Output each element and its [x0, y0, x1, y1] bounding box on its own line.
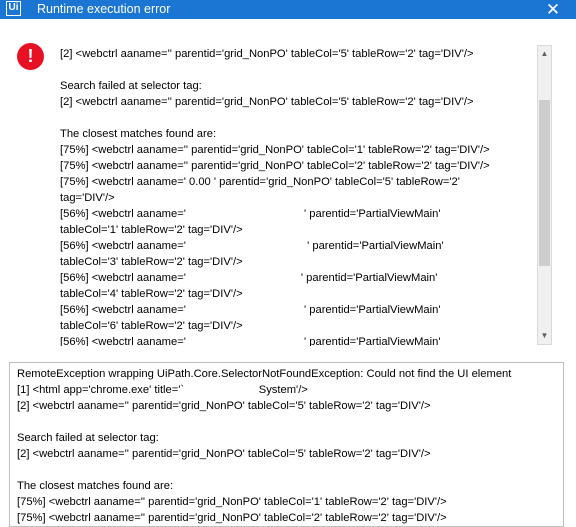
message-line: [75%] <webctrl aaname='' parentid='grid_…	[60, 144, 490, 156]
scroll-up-arrow-icon[interactable]: ▲	[538, 47, 551, 61]
message-line: [2] <webctrl aaname='' parentid='grid_No…	[60, 48, 474, 60]
message-line: The closest matches found are:	[60, 128, 217, 140]
message-line	[60, 62, 535, 78]
detail-line	[17, 462, 511, 478]
message-line: [56%] <webctrl aaname=' ' parentid='Part…	[60, 208, 441, 220]
message-line: Search failed at selector tag:	[60, 80, 202, 92]
message-line: tableCol='6' tableRow='2' tag='DIV'/>	[60, 320, 243, 332]
message-line: [56%] <webctrl aaname=' ' parentid='Part…	[60, 304, 441, 316]
message-line: [56%] <webctrl aaname=' ' parentid='Part…	[60, 272, 438, 284]
error-icon: !	[17, 43, 44, 70]
detail-line: RemoteException wrapping UiPath.Core.Sel…	[17, 368, 512, 380]
error-message-area: [2] <webctrl aaname='' parentid='grid_No…	[60, 46, 535, 346]
message-line: tableCol='3' tableRow='2' tag='DIV'/>	[60, 256, 243, 268]
message-line: [56%] <webctrl aaname=' ' parentid='Part…	[60, 240, 444, 252]
message-line: [75%] <webctrl aaname=' 0.00 ' parentid=…	[60, 176, 460, 188]
detail-line: [1] <html app='chrome.exe' title='` Syst…	[17, 384, 308, 396]
detail-line: Search failed at selector tag:	[17, 432, 159, 444]
detail-line: [2] <webctrl aaname='' parentid='grid_No…	[17, 448, 431, 460]
detail-line: [75%] <webctrl aaname='' parentid='grid_…	[17, 496, 447, 508]
message-line: tableCol='1' tableRow='2' tag='DIV'/>	[60, 224, 243, 236]
window-title: Runtime execution error	[37, 2, 171, 16]
message-scrollbar[interactable]: ▲ ▼	[537, 45, 552, 345]
message-line: [56%] <webctrl aaname=' ' parentid='Part…	[60, 336, 441, 346]
error-details-textbox[interactable]: RemoteException wrapping UiPath.Core.Sel…	[9, 362, 564, 527]
message-line: [2] <webctrl aaname='' parentid='grid_No…	[60, 96, 474, 108]
detail-line: The closest matches found are:	[17, 480, 174, 492]
message-line: tableCol='4' tableRow='2' tag='DIV'/>	[60, 288, 243, 300]
message-line: tag='DIV'/>	[60, 192, 115, 204]
scrollbar-thumb[interactable]	[539, 100, 550, 266]
detail-line: [2] <webctrl aaname='' parentid='grid_No…	[17, 400, 431, 412]
error-details-text: RemoteException wrapping UiPath.Core.Sel…	[17, 366, 511, 526]
close-button[interactable]: ✕	[530, 0, 576, 19]
scroll-down-arrow-icon[interactable]: ▼	[538, 329, 551, 343]
message-line: [75%] <webctrl aaname='' parentid='grid_…	[60, 160, 490, 172]
title-bar: Ui Runtime execution error ✕	[0, 0, 576, 19]
detail-line: [75%] <webctrl aaname='' parentid='grid_…	[17, 512, 447, 524]
uipath-logo-icon: Ui	[6, 1, 21, 16]
detail-line	[17, 414, 511, 430]
message-line	[60, 110, 535, 126]
